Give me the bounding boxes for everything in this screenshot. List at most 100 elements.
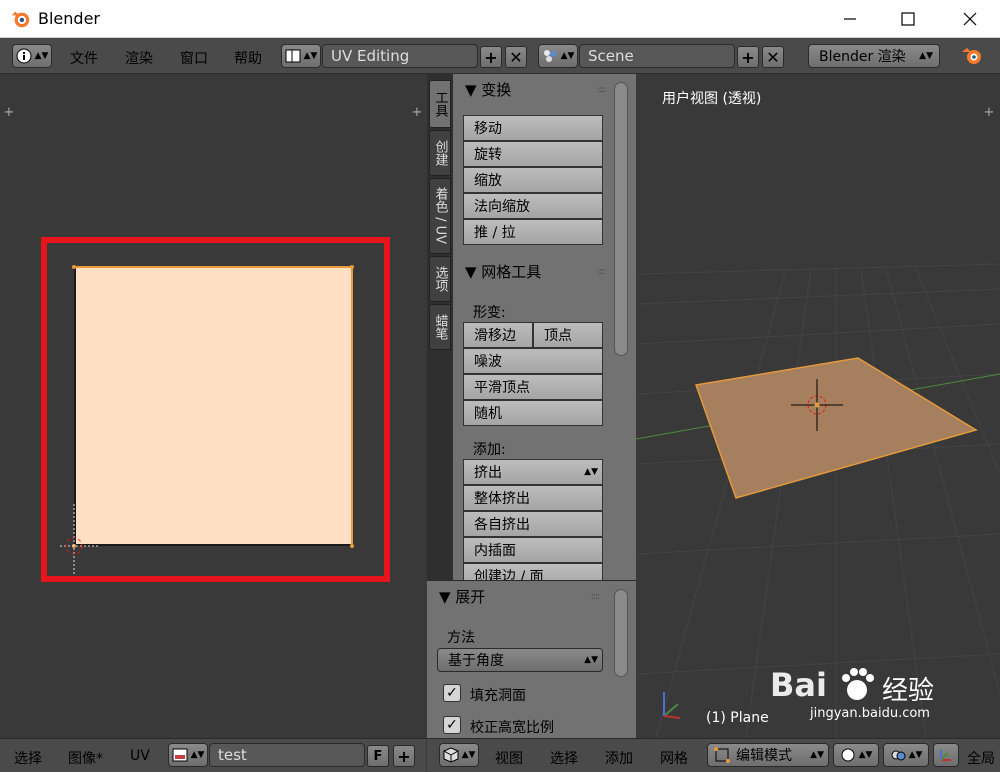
correct-aspect-label: 校正高宽比例 xyxy=(470,720,554,736)
layout-selector[interactable]: ▲▼ xyxy=(281,44,321,68)
shrink-fatten-button[interactable]: 法向缩放 xyxy=(463,193,603,219)
pivot-icon xyxy=(891,750,906,761)
panel-grip-icon[interactable]: :::: xyxy=(591,592,600,602)
extrude-individual-button[interactable]: 各自挤出 xyxy=(463,511,603,537)
smooth-vertex-button[interactable]: 平滑顶点 xyxy=(463,374,603,400)
extrude-label: 挤出 xyxy=(474,465,502,481)
push-pull-button[interactable]: 推 / 拉 xyxy=(463,219,603,245)
menu-mesh[interactable]: 网格 xyxy=(660,748,688,768)
editor-type-button[interactable]: ▲▼ xyxy=(12,44,52,68)
minimize-button[interactable] xyxy=(822,0,878,38)
rotate-button[interactable]: 旋转 xyxy=(463,141,603,167)
uv-menu-select[interactable]: 选择 xyxy=(14,748,42,768)
fake-user-button[interactable]: F xyxy=(367,745,389,767)
method-label: 方法 xyxy=(447,630,475,646)
extrude-dropdown[interactable]: 挤出 ▲▼ xyxy=(463,459,603,485)
tab-shading-uv[interactable]: 着色 / UV xyxy=(429,178,451,254)
menu-add[interactable]: 添加 xyxy=(605,748,633,768)
delete-layout-button[interactable]: ✕ xyxy=(505,46,527,68)
uv-menu-image[interactable]: 图像* xyxy=(68,748,103,768)
scene-name-field[interactable]: Scene xyxy=(579,44,735,68)
unwrap-panel-header[interactable]: ▼ 展开 :::: xyxy=(427,583,607,609)
shading-dropdown[interactable]: ▲▼ xyxy=(833,743,879,767)
scale-button[interactable]: 缩放 xyxy=(463,167,603,193)
checkmark-icon: ✓ xyxy=(446,685,458,701)
delete-scene-button[interactable]: ✕ xyxy=(762,46,784,68)
mesh-tools-panel-header[interactable]: ▼ 网格工具 :::: xyxy=(453,258,613,284)
deform-label: 形变: xyxy=(473,305,506,321)
watermark-url: jingyan.baidu.com xyxy=(810,706,930,721)
image-browse-button[interactable]: ▲▼ xyxy=(168,743,208,767)
fill-holes-checkbox[interactable]: ✓ xyxy=(443,684,461,702)
inset-faces-button[interactable]: 内插面 xyxy=(463,537,603,563)
unwrap-method-dropdown[interactable]: 基于角度 ▲▼ xyxy=(437,648,603,672)
manipulator-icon xyxy=(940,750,951,761)
minimize-icon xyxy=(844,18,856,20)
new-image-button[interactable]: + xyxy=(393,745,415,767)
transform-panel-header[interactable]: ▼ 变换 :::: xyxy=(453,76,613,102)
menu-select[interactable]: 选择 xyxy=(550,748,578,768)
layout-icon xyxy=(285,49,301,63)
area-split-icon[interactable]: + xyxy=(982,106,996,120)
info-header: ▲▼ 文件 渲染 窗口 帮助 ▲▼ UV Editing + ✕ ▲▼ Scen… xyxy=(0,38,1000,74)
menu-window[interactable]: 窗口 xyxy=(180,48,208,68)
menu-file[interactable]: 文件 xyxy=(70,48,98,68)
tab-grease-pencil[interactable]: 蜡笔 xyxy=(429,304,451,350)
close-button[interactable] xyxy=(942,0,998,38)
solid-shading-icon xyxy=(841,748,855,762)
tool-shelf-scrollbar[interactable] xyxy=(614,82,628,356)
plus-icon: + xyxy=(484,47,498,67)
add-label: 添加: xyxy=(473,442,506,458)
area-split-icon[interactable]: + xyxy=(410,106,424,120)
add-scene-button[interactable]: + xyxy=(737,46,759,68)
tab-create[interactable]: 创建 xyxy=(429,130,451,176)
baidu-watermark: Bai 经验 jingyan.baidu.com xyxy=(760,662,1000,722)
layout-name-field[interactable]: UV Editing xyxy=(322,44,478,68)
vertex-slide-button[interactable]: 顶点 xyxy=(533,322,603,348)
x-icon: ✕ xyxy=(766,47,780,67)
viewport-grid xyxy=(636,263,1000,738)
mode-dropdown[interactable]: 编辑模式 ▲▼ xyxy=(707,743,829,767)
unwrap-panel-title: ▼ 展开 xyxy=(439,587,486,606)
pivot-dropdown[interactable]: ▲▼ xyxy=(883,743,929,767)
x-icon: ✕ xyxy=(509,47,523,67)
scene-selector[interactable]: ▲▼ xyxy=(538,44,578,68)
dropdown-arrows-icon: ▲▼ xyxy=(810,750,824,760)
uv-editor-header: 选择 图像* UV ▲▼ test F + xyxy=(0,738,426,772)
add-layout-button[interactable]: + xyxy=(480,46,502,68)
uv-menu-uv[interactable]: UV xyxy=(130,748,150,764)
panel-grip-icon[interactable]: :::: xyxy=(597,85,606,95)
uv-editor[interactable]: + + xyxy=(0,74,426,738)
manipulator-toggle[interactable] xyxy=(933,743,959,767)
unwrap-method-label: 基于角度 xyxy=(448,653,504,669)
extrude-region-button[interactable]: 整体挤出 xyxy=(463,485,603,511)
tab-options[interactable]: 选项 xyxy=(429,256,451,302)
window-titlebar: Blender xyxy=(0,0,1000,38)
image-name-field[interactable]: test xyxy=(209,743,365,767)
unwrap-panel-scrollbar[interactable] xyxy=(614,589,628,677)
dropdown-arrows-icon: ▲▼ xyxy=(584,467,598,477)
area-split-icon[interactable]: + xyxy=(2,106,16,120)
translate-button[interactable]: 移动 xyxy=(463,115,603,141)
dropdown-arrows-icon: ▲▼ xyxy=(584,655,598,665)
3d-viewport-header: ▲▼ 视图 选择 添加 网格 编辑模式 ▲▼ ▲▼ ▲▼ 全局 xyxy=(427,738,1000,772)
3d-viewport[interactable]: + 用户视图 (透视) (1) Plane xyxy=(636,74,1000,738)
menu-render[interactable]: 渲染 xyxy=(125,48,153,68)
editor-type-button[interactable]: ▲▼ xyxy=(439,743,479,767)
maximize-icon xyxy=(901,12,915,26)
menu-view[interactable]: 视图 xyxy=(495,748,523,768)
randomize-button[interactable]: 随机 xyxy=(463,400,603,426)
maximize-button[interactable] xyxy=(880,0,936,38)
tab-tools[interactable]: 工具 xyxy=(429,80,451,128)
render-engine-dropdown[interactable]: Blender 渲染 ▲▼ xyxy=(808,44,940,68)
menu-help[interactable]: 帮助 xyxy=(234,48,262,68)
make-edge-face-button[interactable]: 创建边 / 面 xyxy=(463,563,603,580)
mesh-tools-panel-title: ▼ 网格工具 xyxy=(465,262,542,281)
edge-slide-button[interactable]: 滑移边 xyxy=(463,322,533,348)
unwrap-panel: ▼ 展开 :::: 方法 基于角度 ▲▼ ✓ 填充洞面 ✓ 校正高宽比例 xyxy=(427,580,636,738)
noise-button[interactable]: 噪波 xyxy=(463,348,603,374)
panel-grip-icon[interactable]: :::: xyxy=(597,267,606,277)
transform-panel-title: ▼ 变换 xyxy=(465,80,512,99)
correct-aspect-checkbox[interactable]: ✓ xyxy=(443,716,461,734)
transform-orientation-label[interactable]: 全局 xyxy=(967,748,995,768)
